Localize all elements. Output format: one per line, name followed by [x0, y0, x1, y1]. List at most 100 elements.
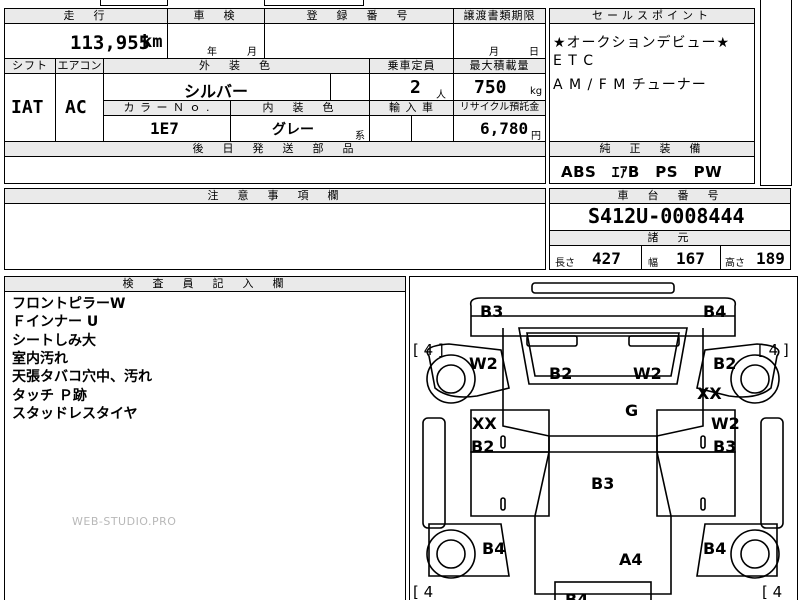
damage-b3-front-left: B3 [480, 302, 504, 321]
right-front-hub [740, 364, 770, 394]
dim-width-label: 幅 [648, 258, 658, 269]
mileage-unit: km [142, 32, 163, 52]
damage-b2-hood: B2 [549, 364, 573, 383]
damage-b2-left-door: B2 [471, 437, 495, 456]
damage-b4-front-right: B4 [703, 302, 727, 321]
left-handle-1 [500, 435, 506, 449]
transfer-day: 日 [529, 47, 539, 58]
left-side-step [422, 417, 446, 529]
cab-body [502, 328, 704, 437]
load-header: 最大積載量 [453, 58, 546, 74]
inspector-header: 検 査 員 記 入 欄 [4, 276, 406, 292]
tire-count-front-right: [ 4 ] [758, 341, 789, 359]
damage-xx-front-right: XX [697, 384, 722, 403]
capacity-header: 乗車定員 [369, 58, 454, 74]
damage-b2-front-right: B2 [713, 354, 737, 373]
sales-point-item: E T C [553, 53, 595, 69]
mileage-header: 走 行 [4, 8, 168, 24]
dim-width-value: 167 [676, 249, 705, 268]
load-unit: kg [530, 86, 543, 97]
load-value: 750 [474, 77, 507, 98]
import-header: 輸 入 車 [369, 100, 454, 116]
vent-left [526, 335, 578, 347]
sales-point-header: セールスポイント [549, 8, 755, 24]
inspector-note-item: スタッドレスタイヤ [12, 405, 138, 422]
mileage-value: 113,955 [70, 32, 151, 54]
interior-suffix: 系 [355, 131, 365, 142]
dim-length-label: 長さ [555, 258, 575, 269]
left-rear-tire [426, 529, 476, 579]
recycle-header: リサイクル預託金 [453, 100, 546, 116]
damage-xx-left-door: XX [472, 414, 497, 433]
dimensions-header: 諸 元 [549, 230, 791, 246]
inspector-note-item: Ｆインナー U [12, 314, 99, 331]
vin-value: S412U-0008444 [588, 204, 745, 228]
equipment-value: ABS ｴｱB PS PW [561, 163, 723, 181]
sales-point-item: A M / F M チューナー [553, 77, 707, 93]
damage-w2-front-left: W2 [469, 354, 498, 373]
inspection-month: 月 [247, 47, 257, 58]
recycle-value: 6,780 [480, 119, 529, 138]
front-bumper [531, 282, 675, 294]
damage-b3-roof: B3 [591, 474, 615, 493]
left-rear-hub [436, 539, 466, 569]
import-cell-b [411, 115, 454, 142]
inspector-note-item: シートしみ大 [12, 332, 96, 349]
aircon-value: AC [65, 97, 87, 118]
left-handle-2 [500, 497, 506, 511]
exterior-header: 外 装 色 [103, 58, 370, 74]
transfer-month: 月 [489, 47, 499, 58]
equipment-header: 純 正 装 備 [549, 141, 755, 157]
inspector-note-item: 天張タバコ穴中、汚れ [12, 369, 152, 386]
inspector-note-item: タッチ Ｐ跡 [12, 387, 87, 404]
recycle-unit: 円 [531, 131, 541, 142]
dim-height-value: 189 [756, 249, 785, 268]
corner-stub-top-b [264, 0, 364, 6]
tire-count-front-left: [ 4 ] [413, 341, 444, 359]
later-parts-header: 後 日 発 送 部 品 [4, 141, 546, 157]
aircon-header: エアコン [55, 58, 104, 74]
car-diagram [422, 282, 784, 600]
right-handle-2 [700, 497, 706, 511]
right-rear-tire [730, 529, 780, 579]
tire-count-rear-right: [ 4 [762, 583, 783, 600]
corner-stub-right [760, 0, 792, 186]
front-body [469, 297, 737, 337]
color-no-header: カ ラ ー Ｎ ｏ . [103, 100, 231, 116]
damage-b4-bottom: B4 [565, 590, 589, 600]
sales-point-item: ★オークションデビュー★ [553, 35, 731, 51]
inspection-year: 年 [207, 47, 217, 58]
inspector-note-item: フロントピラーW [12, 296, 126, 312]
damage-g-windshield: G [625, 401, 639, 420]
notes-header: 注 意 事 項 欄 [4, 188, 546, 204]
capacity-value: 2 [410, 77, 421, 98]
import-cell-a [369, 115, 412, 142]
vin-header: 車 台 番 号 [549, 188, 791, 204]
registration-header: 登 録 番 号 [264, 8, 454, 24]
interior-header: 内 装 色 [230, 100, 370, 116]
shift-value: IAT [11, 97, 44, 118]
right-rear-hub [740, 539, 770, 569]
color-no-value: 1E7 [150, 119, 179, 138]
transfer-header: 譲渡書類期限 [453, 8, 546, 24]
damage-b3-right-door: B3 [713, 437, 737, 456]
watermark: WEB-STUDIO.PRO [72, 515, 177, 528]
dim-height-label: 高さ [725, 258, 745, 269]
damage-w2-right-door: W2 [711, 414, 740, 433]
damage-b4-rear-left: B4 [482, 539, 506, 558]
inspector-notes-list: フロントピラーW Ｆインナー U シートしみ大 室内汚れ天張タバコ穴中、汚れ タッチ Ｐ… [4, 293, 406, 443]
inspection-header: 車 検 [167, 8, 265, 24]
right-side-step [760, 417, 784, 529]
dim-length-value: 427 [592, 249, 621, 268]
shift-header: シフト [4, 58, 56, 74]
left-front-hub [436, 364, 466, 394]
vent-right [628, 335, 680, 347]
exterior-value: シルバー [184, 82, 249, 101]
capacity-unit: 人 [436, 90, 446, 101]
inspector-note-item: 室内汚れ [12, 350, 68, 367]
sales-point-list: ★オークションデビュー★ E T C A M / F M チューナー [549, 26, 755, 136]
corner-stub-top-a [100, 0, 168, 6]
damage-a4-rear: A4 [619, 550, 643, 569]
interior-value: グレー [272, 122, 314, 138]
exterior-extra-cell [330, 73, 370, 101]
